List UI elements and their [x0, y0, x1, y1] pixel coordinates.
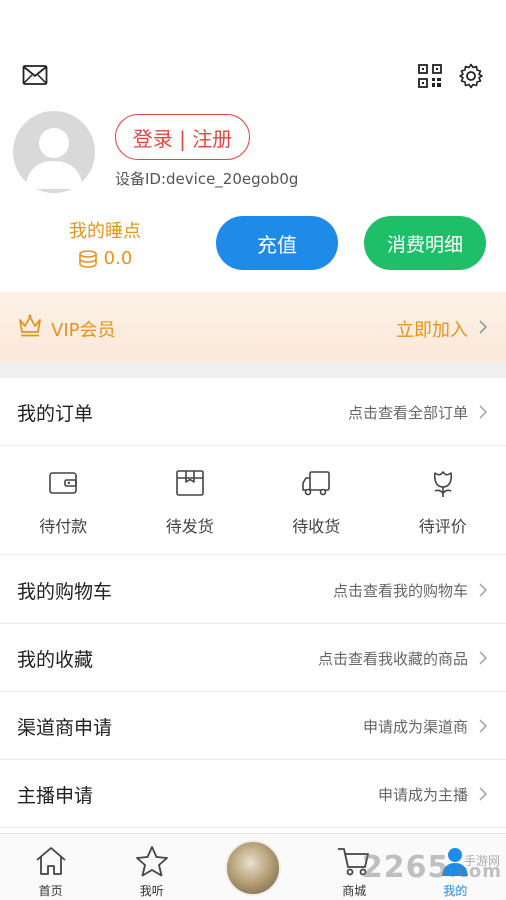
points-label: 我的睡点: [69, 221, 141, 242]
order-status-label: 待付款: [39, 517, 88, 536]
my-orders-row[interactable]: 我的订单 点击查看全部订单: [0, 378, 506, 446]
row-title: 我的订单: [17, 403, 94, 425]
home-icon: [36, 847, 66, 875]
row-title: 我的购物车: [17, 581, 113, 603]
mail-icon[interactable]: [22, 64, 48, 86]
watermark-subtext: 手游网: [463, 854, 500, 868]
crown-icon: [19, 314, 41, 337]
section-divider: [0, 362, 506, 378]
gear-icon[interactable]: [458, 63, 484, 89]
device-id: 设备ID:device_20egob0g: [115, 170, 299, 188]
star-icon: [135, 846, 168, 877]
order-status-label: 待收货: [292, 517, 341, 536]
tab-label: 首页: [38, 884, 63, 898]
vip-banner[interactable]: VIP会员 立即加入: [0, 292, 506, 362]
chevron-right-icon: [479, 320, 488, 334]
row-hint: 点击查看全部订单: [347, 404, 468, 422]
qr-code-icon[interactable]: [418, 64, 442, 88]
tab-listen[interactable]: 我听: [101, 834, 202, 900]
shopping-cart-row[interactable]: 我的购物车 点击查看我的购物车: [0, 556, 506, 624]
chevron-right-icon: [479, 651, 488, 665]
chevron-right-icon: [479, 583, 488, 597]
order-status-pending-review[interactable]: 待评价: [380, 447, 506, 554]
row-hint: 点击查看我的购物车: [332, 582, 468, 600]
order-status-pending-payment[interactable]: 待付款: [0, 447, 127, 554]
wallet-icon: [49, 472, 78, 494]
tab-home[interactable]: 首页: [0, 834, 101, 900]
tab-center-player[interactable]: [202, 834, 303, 900]
points-value-group: 0.0: [40, 248, 170, 269]
order-status-pending-receipt[interactable]: 待收货: [253, 447, 380, 554]
order-status-label: 待发货: [165, 517, 214, 536]
vip-label: VIP会员: [51, 320, 116, 341]
coins-icon: [78, 249, 97, 268]
row-title: 渠道商申请: [17, 717, 113, 739]
vip-join-link[interactable]: 立即加入: [396, 316, 468, 342]
row-hint: 申请成为渠道商: [362, 718, 468, 736]
login-register-button[interactable]: 登录 | 注册: [115, 114, 250, 160]
row-hint: 点击查看我收藏的商品: [317, 650, 468, 668]
truck-icon: [302, 471, 331, 496]
top-bar: [0, 0, 506, 100]
channel-partner-row[interactable]: 渠道商申请 申请成为渠道商: [0, 692, 506, 760]
order-status-grid: 待付款 待发货 待收货 待评价: [0, 447, 506, 555]
chevron-right-icon: [479, 787, 488, 801]
chevron-right-icon: [479, 719, 488, 733]
anchor-application-row[interactable]: 主播申请 申请成为主播: [0, 760, 506, 828]
avatar[interactable]: [13, 111, 95, 193]
default-avatar-icon: [25, 128, 83, 189]
row-title: 主播申请: [17, 785, 94, 807]
chevron-right-icon: [479, 405, 488, 419]
center-album-icon: [225, 840, 281, 896]
row-hint: 申请成为主播: [377, 786, 468, 804]
package-icon: [175, 470, 204, 496]
favorites-row[interactable]: 我的收藏 点击查看我收藏的商品: [0, 624, 506, 692]
recharge-button[interactable]: 充值: [216, 216, 338, 270]
order-status-pending-shipment[interactable]: 待发货: [127, 447, 254, 554]
consumption-details-button[interactable]: 消费明细: [364, 216, 486, 270]
points-value: 0.0: [103, 248, 133, 269]
flower-icon: [433, 471, 452, 497]
order-status-label: 待评价: [418, 517, 467, 536]
tab-label: 我听: [139, 884, 164, 898]
row-title: 我的收藏: [17, 649, 94, 671]
